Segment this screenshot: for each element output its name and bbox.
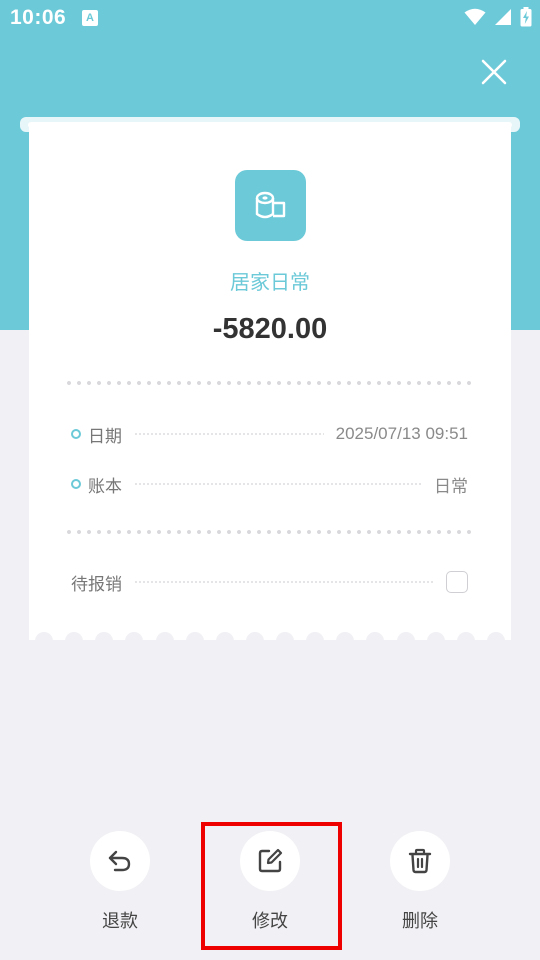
ledger-value: 日常 — [434, 476, 468, 496]
receipt-scalloped-edge — [29, 632, 511, 650]
toilet-paper-icon — [255, 191, 285, 218]
ledger-leader — [134, 483, 422, 485]
close-icon — [481, 59, 507, 85]
receipt-top-edge — [28, 122, 512, 128]
refund-label: 退款 — [102, 911, 138, 932]
delete-button-circle[interactable] — [390, 831, 450, 891]
category-name: 居家日常 — [230, 270, 310, 294]
reimbursement-leader — [134, 581, 434, 583]
date-label: 日期 — [88, 426, 122, 447]
refund-button-circle[interactable] — [90, 831, 150, 891]
status-icons — [464, 7, 532, 27]
signal-icon — [495, 9, 511, 25]
transaction-amount: -5820.00 — [212, 313, 328, 345]
delete-button[interactable]: 删除 — [390, 831, 450, 933]
wifi-icon — [464, 8, 486, 25]
status-bar: 10:06 A — [0, 0, 540, 36]
reimbursement-row: 待报销 — [71, 569, 468, 595]
date-leader — [134, 433, 324, 435]
date-row: 日期 2025/07/13 09:51 — [71, 421, 468, 447]
ledger-label: 账本 — [88, 476, 122, 497]
divider-top — [64, 381, 476, 385]
close-button[interactable] — [476, 54, 512, 90]
delete-label: 删除 — [402, 911, 438, 932]
undo-icon — [108, 850, 131, 872]
reimbursement-label: 待报销 — [71, 574, 122, 595]
edit-highlight-box — [201, 822, 342, 950]
battery-charging-icon — [520, 7, 532, 27]
status-time: 10:06 — [10, 6, 67, 29]
a-badge-icon: A — [82, 10, 98, 26]
date-bullet-icon — [71, 429, 81, 439]
category-icon-tile — [235, 170, 306, 241]
divider-bottom — [64, 530, 476, 534]
date-value: 2025/07/13 09:51 — [335, 424, 468, 443]
trash-icon — [408, 848, 432, 874]
ledger-row: 账本 日常 — [71, 471, 468, 497]
reimbursement-checkbox[interactable] — [446, 571, 468, 593]
refund-button[interactable]: 退款 — [90, 831, 150, 933]
ledger-bullet-icon — [71, 479, 81, 489]
